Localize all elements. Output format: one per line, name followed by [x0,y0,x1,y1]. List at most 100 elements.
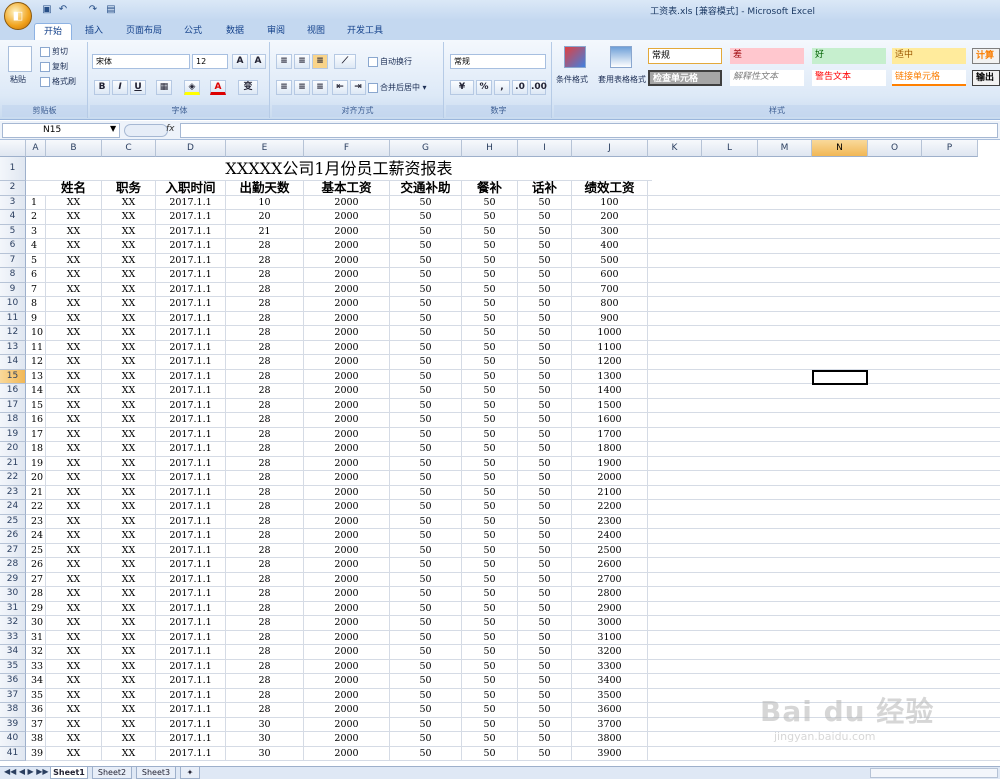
office-button[interactable]: ◧ [4,2,32,30]
table-cell[interactable]: 2017.1.1 [156,369,226,384]
table-cell[interactable]: 28 [226,587,304,602]
table-cell[interactable]: 2000 [304,558,390,573]
row-header[interactable]: 25 [0,514,26,529]
table-cell[interactable]: XX [46,427,102,442]
table-cell[interactable]: XX [46,210,102,225]
table-cell[interactable]: 50 [462,297,518,312]
fill-color-button[interactable]: ◈ [184,80,200,95]
table-cell[interactable]: 28 [226,297,304,312]
table-cell[interactable]: 50 [462,268,518,283]
table-cell[interactable]: 50 [390,442,462,457]
font-name-select[interactable]: 宋体 [92,54,190,69]
table-cell[interactable]: 2017.1.1 [156,384,226,399]
table-cell[interactable]: 50 [518,601,572,616]
table-cell[interactable]: 19 [26,456,46,471]
conditional-format-button[interactable]: 条件格式 [556,74,588,86]
row-header[interactable]: 15 [0,369,26,384]
table-cell[interactable]: 50 [390,456,462,471]
row-header[interactable]: 40 [0,732,26,747]
table-cell[interactable]: 50 [462,500,518,515]
table-cell[interactable]: 50 [518,659,572,674]
table-cell[interactable]: 50 [390,340,462,355]
table-cell[interactable]: 2017.1.1 [156,311,226,326]
style-calc[interactable]: 计算 [972,48,1000,64]
table-cell[interactable]: 38 [26,732,46,747]
table-cell[interactable]: 2017.1.1 [156,601,226,616]
table-cell[interactable]: 50 [390,703,462,718]
row-header[interactable]: 33 [0,630,26,645]
table-cell[interactable]: 28 [26,587,46,602]
table-cell[interactable]: 12 [26,355,46,370]
table-cell[interactable]: 28 [226,369,304,384]
table-cell[interactable]: 50 [390,616,462,631]
table-cell[interactable]: 50 [462,601,518,616]
table-cell[interactable]: 50 [462,616,518,631]
table-cell[interactable]: 50 [518,311,572,326]
table-cell[interactable]: 2017.1.1 [156,398,226,413]
table-cell[interactable]: 50 [390,297,462,312]
table-cell[interactable]: 50 [518,717,572,732]
row-header[interactable]: 13 [0,340,26,355]
table-cell[interactable]: 21 [26,485,46,500]
column-title[interactable]: 姓名 [46,181,102,196]
table-cell[interactable]: 50 [462,645,518,660]
table-cell[interactable]: 23 [26,514,46,529]
table-cell[interactable]: XX [46,297,102,312]
table-cell[interactable]: 50 [390,630,462,645]
row-header[interactable]: 27 [0,543,26,558]
table-cell[interactable]: 2000 [304,732,390,747]
table-cell[interactable]: 50 [390,311,462,326]
table-cell[interactable]: 7 [26,282,46,297]
formula-input[interactable] [180,123,998,138]
table-cell[interactable]: XX [102,456,156,471]
decrease-decimal-button[interactable]: .00 [530,80,547,95]
table-cell[interactable]: 34 [26,674,46,689]
table-cell[interactable]: 50 [518,282,572,297]
table-cell[interactable]: 50 [462,384,518,399]
shrink-font-button[interactable]: A [250,54,266,69]
table-cell[interactable]: 50 [518,572,572,587]
table-cell[interactable]: 2017.1.1 [156,514,226,529]
table-cell[interactable]: 50 [462,514,518,529]
table-cell[interactable]: 300 [572,224,648,239]
table-cell[interactable]: 29 [26,601,46,616]
row-header[interactable]: 31 [0,601,26,616]
table-cell[interactable]: 28 [226,311,304,326]
table-cell[interactable]: 200 [572,210,648,225]
column-header-f[interactable]: F [304,140,390,157]
table-cell[interactable]: 1100 [572,340,648,355]
table-cell[interactable]: 50 [462,355,518,370]
table-cell[interactable]: 2017.1.1 [156,543,226,558]
table-cell[interactable]: 50 [390,471,462,486]
table-cell[interactable]: 2600 [572,558,648,573]
table-cell[interactable]: 2000 [304,529,390,544]
table-cell[interactable]: 50 [518,355,572,370]
table-cell[interactable]: XX [46,645,102,660]
name-box[interactable]: N15 [2,123,120,138]
table-cell[interactable]: 50 [390,195,462,210]
table-cell[interactable]: 2500 [572,543,648,558]
table-cell[interactable]: 50 [390,746,462,761]
table-cell[interactable]: XX [46,601,102,616]
table-cell[interactable]: XX [46,311,102,326]
table-cell[interactable]: 15 [26,398,46,413]
row-header[interactable]: 24 [0,500,26,515]
table-cell[interactable]: 50 [462,239,518,254]
table-cell[interactable]: XX [102,717,156,732]
table-cell[interactable]: 50 [518,239,572,254]
table-cell[interactable]: 50 [462,659,518,674]
cut-button[interactable]: 剪切 [40,46,68,58]
table-cell[interactable]: XX [46,471,102,486]
table-cell[interactable]: 2000 [572,471,648,486]
table-cell[interactable]: 8 [26,297,46,312]
namebox-dropdown-icon[interactable]: ▼ [110,124,116,133]
table-cell[interactable]: 50 [390,239,462,254]
table-cell[interactable]: 28 [226,268,304,283]
table-cell[interactable]: 600 [572,268,648,283]
row-header[interactable]: 14 [0,355,26,370]
column-header-b[interactable]: B [46,140,102,157]
column-title[interactable]: 绩效工资 [572,181,648,196]
table-cell[interactable]: XX [102,616,156,631]
table-cell[interactable]: 17 [26,427,46,442]
table-cell[interactable]: 3900 [572,746,648,761]
